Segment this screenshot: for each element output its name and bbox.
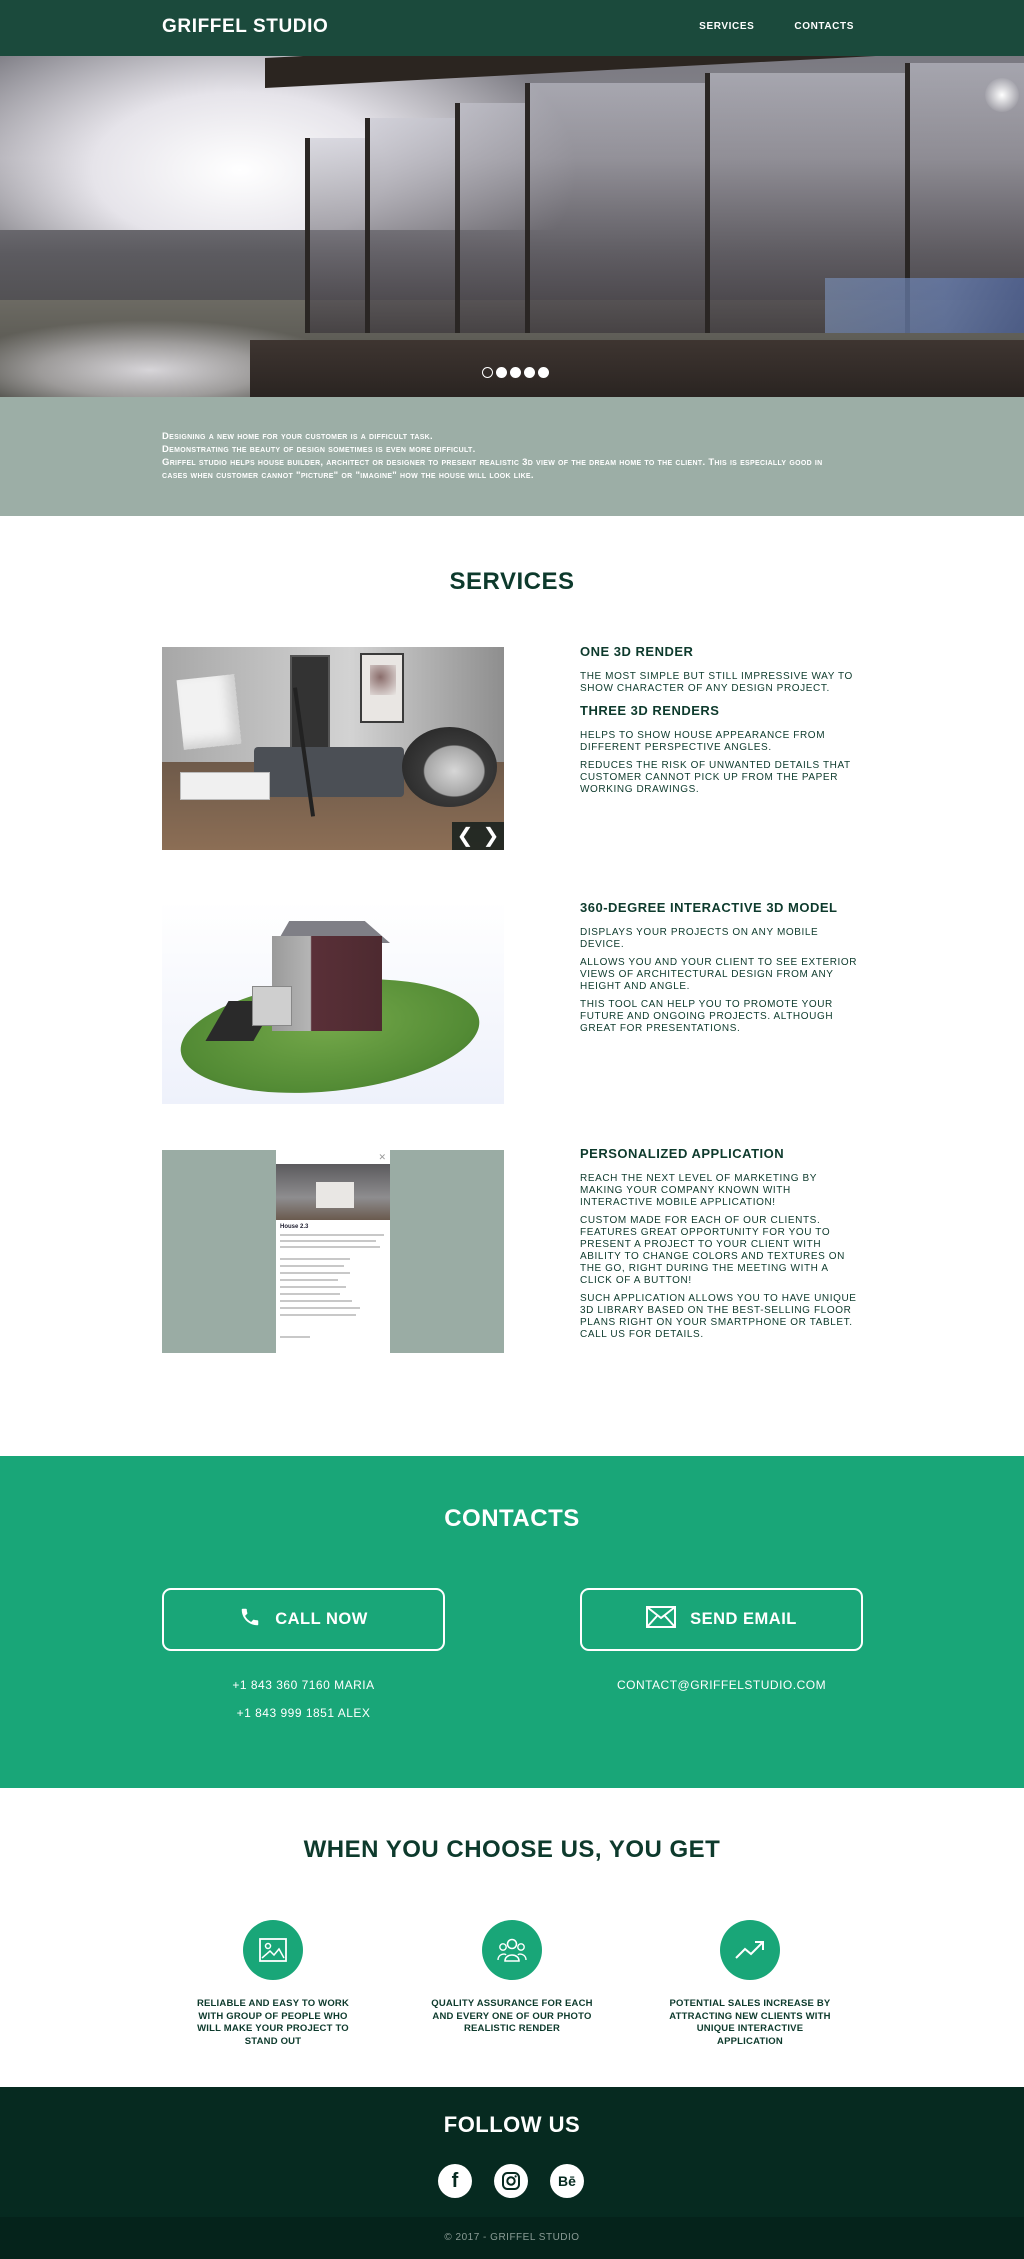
follow-section: FOLLOW US f Bē <box>0 2087 1024 2217</box>
service-text: Helps to show house appearance from diff… <box>580 730 826 753</box>
brand-logo[interactable]: GRIFFEL STUDIO <box>162 16 328 38</box>
prev-arrow-icon[interactable]: ❮ <box>457 826 474 846</box>
interactive-model-image <box>162 901 504 1104</box>
intro-line-3: Griffel studio helps house builder, arch… <box>162 457 823 481</box>
slider-dot-1[interactable] <box>482 367 493 378</box>
phone-icon <box>239 1606 261 1633</box>
benefit-text: POTENTIAL SALES INCREASE BY ATTRACTING N… <box>669 1998 831 2047</box>
service-render: ONE 3D RENDER The most simple but still … <box>580 644 862 802</box>
service-text: Such application allows you to have uniq… <box>580 1293 857 1340</box>
intro-line-1: Designing a new home for your customer i… <box>162 431 433 442</box>
service-heading: ONE 3D RENDER <box>580 644 694 659</box>
phone-number-alex[interactable]: +1 843 999 1851 ALEX <box>162 1706 445 1720</box>
benefit-text: RELIABLE AND EASY TO WORK WITH GROUP OF … <box>196 1998 350 2047</box>
send-email-button[interactable]: SEND EMAIL <box>580 1588 863 1651</box>
app-title: House 2.3 <box>280 1224 309 1230</box>
email-address[interactable]: CONTACT@GRIFFELSTUDIO.COM <box>580 1678 863 1692</box>
slider-dot-2[interactable] <box>496 367 507 378</box>
service-text: Reduces the risk of unwanted details tha… <box>580 760 851 795</box>
service-text: Reach the next level of marketing by mak… <box>580 1173 817 1208</box>
services-title: SERVICES <box>449 568 575 595</box>
trend-up-icon <box>720 1920 780 1980</box>
benefit-item: QUALITY ASSURANCE FOR EACH AND EVERY ONE… <box>427 1920 597 2036</box>
slider-arrows: ❮ ❯ <box>452 822 504 850</box>
facebook-icon[interactable]: f <box>438 2164 472 2198</box>
service-text: Allows you and your client to see exteri… <box>580 957 858 992</box>
contacts-title: CONTACTS <box>444 1505 580 1532</box>
slider-dot-3[interactable] <box>510 367 521 378</box>
hero-house-render <box>265 18 1024 348</box>
contacts-section: CONTACTS CALL NOW SEND EMAIL +1 843 360 … <box>0 1456 1024 1788</box>
follow-title: FOLLOW US <box>443 2112 581 2137</box>
app-preview-image: ✕ House 2.3 <box>162 1150 504 1353</box>
benefit-text: QUALITY ASSURANCE FOR EACH AND EVERY ONE… <box>431 1998 593 2034</box>
services-section: SERVICES ❮ ❯ ONE 3D RENDER The most simp… <box>0 516 1024 1456</box>
service-app: PERSONALIZED APPLICATION Reach the next … <box>580 1146 862 1347</box>
instagram-icon[interactable] <box>494 2164 528 2198</box>
nav-link-services[interactable]: SERVICES <box>699 21 754 32</box>
service-heading: PERSONALIZED APPLICATION <box>580 1146 785 1161</box>
interior-render-slider: ❮ ❯ <box>162 647 504 850</box>
slider-dot-4[interactable] <box>524 367 535 378</box>
call-now-label: CALL NOW <box>275 1610 368 1628</box>
intro-band: Designing a new home for your customer i… <box>0 397 1024 516</box>
benefits-title: WHEN YOU CHOOSE US, YOU GET <box>303 1836 721 1863</box>
service-heading: 360-DEGREE INTERACTIVE 3D MODEL <box>580 900 838 915</box>
phone-number-maria[interactable]: +1 843 360 7160 MARIA <box>162 1678 445 1692</box>
behance-icon[interactable]: Bē <box>550 2164 584 2198</box>
service-text: This tool can help you to promote your f… <box>580 999 834 1034</box>
benefits-section: WHEN YOU CHOOSE US, YOU GET RELIABLE AND… <box>0 1788 1024 2087</box>
service-text: The most simple but still impressive way… <box>580 671 853 694</box>
service-heading: THREE 3D RENDERS <box>580 703 720 718</box>
slider-dot-5[interactable] <box>538 367 549 378</box>
service-text: Custom made for each of our clients. Fea… <box>580 1215 845 1286</box>
main-nav: SERVICES CONTACTS <box>699 21 854 32</box>
site-footer: © 2017 - GRIFFEL STUDIO <box>0 2217 1024 2259</box>
service-text: Displays your projects on any mobile dev… <box>580 927 819 950</box>
send-email-label: SEND EMAIL <box>690 1610 797 1628</box>
service-3d-model: 360-DEGREE INTERACTIVE 3D MODEL Displays… <box>580 900 862 1041</box>
benefit-item: POTENTIAL SALES INCREASE BY ATTRACTING N… <box>665 1920 835 2048</box>
next-arrow-icon[interactable]: ❯ <box>483 826 500 846</box>
slider-dots <box>482 367 549 378</box>
team-icon <box>482 1920 542 1980</box>
envelope-icon <box>646 1606 677 1633</box>
nav-link-contacts[interactable]: CONTACTS <box>794 21 854 32</box>
hero-deck <box>250 340 1024 397</box>
benefit-item: RELIABLE AND EASY TO WORK WITH GROUP OF … <box>188 1920 358 2048</box>
phone-screen: ✕ House 2.3 <box>276 1150 390 1353</box>
close-icon: ✕ <box>378 1152 386 1162</box>
image-icon <box>243 1920 303 1980</box>
site-header: GRIFFEL STUDIO SERVICES CONTACTS <box>0 0 1024 56</box>
intro-line-2: Demonstrating the beauty of design somet… <box>162 444 476 455</box>
hero-slider <box>0 0 1024 397</box>
call-now-button[interactable]: CALL NOW <box>162 1588 445 1651</box>
social-links: f Bē <box>438 2164 584 2198</box>
